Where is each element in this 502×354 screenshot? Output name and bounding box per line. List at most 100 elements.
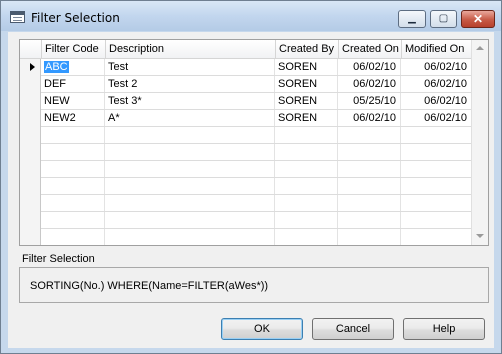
row-selector[interactable]	[20, 93, 41, 110]
close-button[interactable]: ✕	[461, 10, 495, 28]
empty-cell[interactable]	[275, 144, 338, 160]
empty-table-row[interactable]	[20, 127, 472, 144]
empty-cell[interactable]	[338, 127, 401, 143]
cell-created-on[interactable]: 06/02/10	[338, 110, 401, 126]
empty-table-row[interactable]	[20, 178, 472, 195]
empty-cell[interactable]	[338, 229, 401, 245]
cell-description[interactable]: Test	[105, 59, 275, 75]
cell-modified-on[interactable]: 06/02/10	[401, 110, 472, 126]
row-selector[interactable]	[20, 212, 41, 229]
vertical-scrollbar[interactable]	[471, 40, 488, 245]
row-selector[interactable]	[20, 144, 41, 161]
column-header-filter-code[interactable]: Filter Code	[41, 40, 105, 59]
empty-cell[interactable]	[41, 144, 105, 160]
cell-created-on[interactable]: 06/02/10	[338, 76, 401, 92]
scroll-up-button[interactable]	[472, 40, 488, 57]
empty-table-row[interactable]	[20, 161, 472, 178]
cell-created-by[interactable]: SOREN	[275, 110, 338, 126]
filter-selection-window: Filter Selection ▁ ▢ ✕ Filter Code Descr…	[0, 0, 502, 354]
empty-cell[interactable]	[105, 229, 275, 245]
row-selector[interactable]	[20, 195, 41, 212]
empty-cell[interactable]	[401, 229, 472, 245]
empty-cell[interactable]	[338, 144, 401, 160]
cell-filter-code[interactable]: NEW2	[41, 110, 105, 126]
column-header-created-by[interactable]: Created By	[275, 40, 338, 59]
empty-cell[interactable]	[275, 178, 338, 194]
empty-cell[interactable]	[41, 195, 105, 211]
table-row[interactable]: DEF Test 2 SOREN 06/02/10 06/02/10	[20, 76, 472, 93]
empty-table-row[interactable]	[20, 195, 472, 212]
cell-created-on[interactable]: 06/02/10	[338, 59, 401, 75]
cell-created-on[interactable]: 05/25/10	[338, 93, 401, 109]
row-selector[interactable]	[20, 127, 41, 144]
empty-cell[interactable]	[105, 212, 275, 228]
scroll-down-button[interactable]	[472, 228, 488, 245]
empty-cell[interactable]	[275, 127, 338, 143]
cell-modified-on[interactable]: 06/02/10	[401, 76, 472, 92]
empty-cell[interactable]	[105, 144, 275, 160]
cell-modified-on[interactable]: 06/02/10	[401, 59, 472, 75]
empty-cell[interactable]	[401, 127, 472, 143]
empty-cell[interactable]	[401, 212, 472, 228]
empty-cell[interactable]	[41, 229, 105, 245]
row-selector[interactable]	[20, 229, 41, 245]
empty-cell[interactable]	[41, 178, 105, 194]
help-button[interactable]: Help	[403, 318, 485, 340]
empty-cell[interactable]	[275, 212, 338, 228]
empty-cell[interactable]	[105, 127, 275, 143]
column-header-modified-on[interactable]: Modified On	[401, 40, 472, 59]
scroll-down-arrow-icon	[476, 234, 484, 238]
empty-cell[interactable]	[41, 212, 105, 228]
empty-table-row[interactable]	[20, 144, 472, 161]
column-header-description[interactable]: Description	[105, 40, 275, 59]
filter-table[interactable]: Filter Code Description Created By Creat…	[19, 39, 489, 246]
window-title: Filter Selection	[31, 11, 120, 25]
column-header-created-on[interactable]: Created On	[338, 40, 401, 59]
maximize-button[interactable]: ▢	[430, 10, 457, 28]
empty-cell[interactable]	[41, 127, 105, 143]
empty-cell[interactable]	[401, 144, 472, 160]
empty-cell[interactable]	[401, 161, 472, 177]
cell-created-by[interactable]: SOREN	[275, 59, 338, 75]
cell-created-by[interactable]: SOREN	[275, 93, 338, 109]
empty-cell[interactable]	[105, 195, 275, 211]
empty-cell[interactable]	[105, 161, 275, 177]
cell-modified-on[interactable]: 06/02/10	[401, 93, 472, 109]
empty-cell[interactable]	[105, 178, 275, 194]
cell-description[interactable]: A*	[105, 110, 275, 126]
empty-cell[interactable]	[401, 178, 472, 194]
row-selector[interactable]	[20, 161, 41, 178]
cell-filter-code[interactable]: ABC	[41, 59, 105, 75]
dialog-client-area: Filter Code Description Created By Creat…	[8, 32, 494, 348]
empty-table-row[interactable]	[20, 229, 472, 245]
title-bar[interactable]: Filter Selection ▁ ▢ ✕	[1, 1, 501, 31]
empty-cell[interactable]	[338, 178, 401, 194]
empty-cell[interactable]	[275, 195, 338, 211]
empty-cell[interactable]	[401, 195, 472, 211]
empty-table-row[interactable]	[20, 212, 472, 229]
minimize-button[interactable]: ▁	[398, 10, 426, 28]
cell-description[interactable]: Test 2	[105, 76, 275, 92]
row-selector[interactable]	[20, 59, 41, 76]
row-selector[interactable]	[20, 178, 41, 195]
empty-cell[interactable]	[338, 161, 401, 177]
empty-cell[interactable]	[41, 161, 105, 177]
empty-cell[interactable]	[338, 212, 401, 228]
empty-cell[interactable]	[275, 229, 338, 245]
ok-button[interactable]: OK	[221, 318, 303, 340]
current-row-arrow-icon	[30, 63, 35, 71]
empty-cell[interactable]	[275, 161, 338, 177]
table-row[interactable]: NEW2 A* SOREN 06/02/10 06/02/10	[20, 110, 472, 127]
cell-created-by[interactable]: SOREN	[275, 76, 338, 92]
cell-filter-code[interactable]: NEW	[41, 93, 105, 109]
table-row[interactable]: NEW Test 3* SOREN 05/25/10 06/02/10	[20, 93, 472, 110]
selected-filter-code[interactable]: ABC	[44, 61, 69, 73]
cell-description[interactable]: Test 3*	[105, 93, 275, 109]
table-row[interactable]: ABC Test SOREN 06/02/10 06/02/10	[20, 59, 472, 76]
cancel-button[interactable]: Cancel	[312, 318, 394, 340]
minimize-icon: ▁	[408, 13, 416, 24]
row-selector[interactable]	[20, 76, 41, 93]
cell-filter-code[interactable]: DEF	[41, 76, 105, 92]
empty-cell[interactable]	[338, 195, 401, 211]
row-selector[interactable]	[20, 110, 41, 127]
